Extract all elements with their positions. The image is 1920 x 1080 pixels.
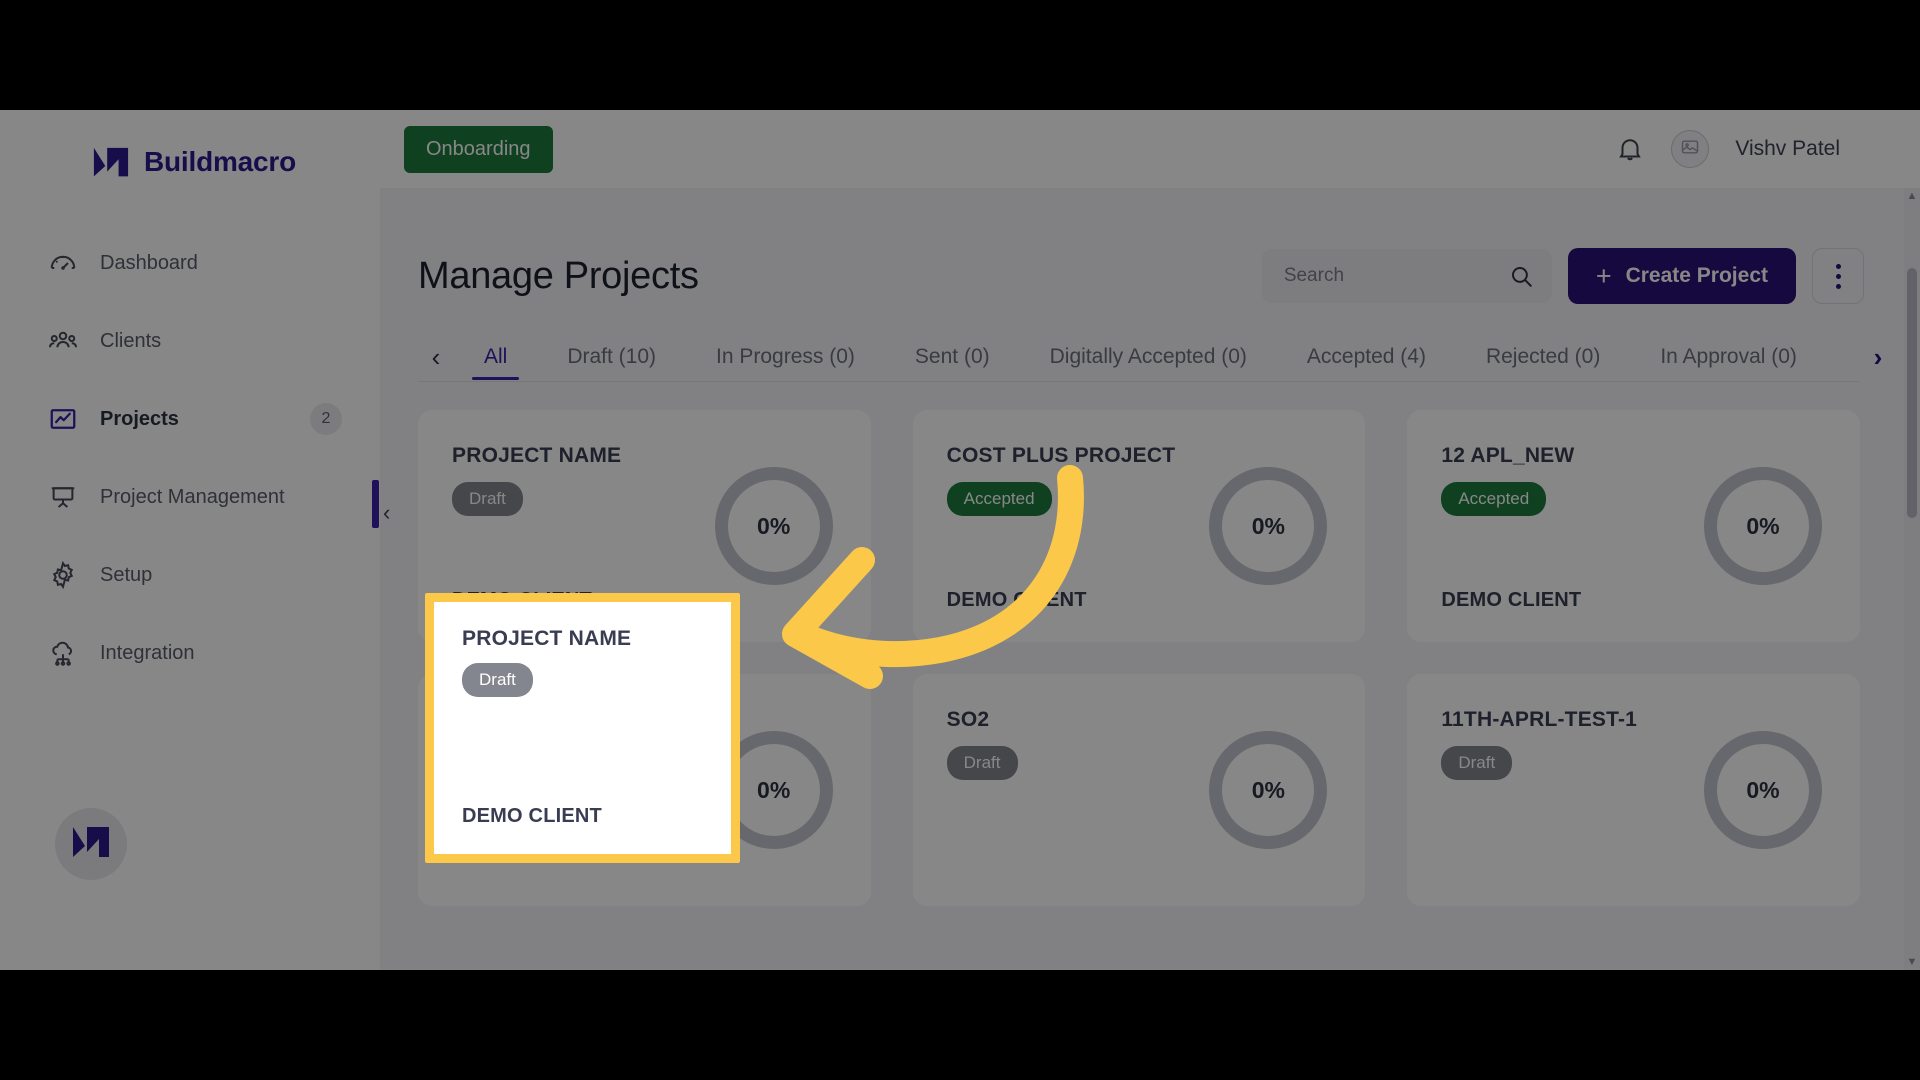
progress-value: 0% bbox=[1746, 512, 1780, 539]
onboarding-button[interactable]: Onboarding bbox=[404, 125, 553, 173]
page-header-actions: + Create Project bbox=[1261, 248, 1864, 304]
create-project-label: Create Project bbox=[1625, 264, 1768, 287]
progress-value: 0% bbox=[757, 776, 791, 803]
progress-donut: 0% bbox=[714, 467, 833, 585]
progress-value: 0% bbox=[1251, 512, 1285, 539]
sidebar-item-projects[interactable]: Projects 2 bbox=[0, 380, 380, 458]
sidebar-item-setup[interactable]: Setup bbox=[0, 536, 380, 614]
chevron-left-icon[interactable]: ‹ bbox=[418, 344, 454, 370]
chevron-right-icon[interactable]: › bbox=[1860, 344, 1896, 370]
tab-in-approval[interactable]: In Approval (0) bbox=[1630, 318, 1827, 396]
sidebar-item-label: Projects bbox=[100, 407, 179, 430]
sidebar-nav: Dashboard Clients Projects 2 Project Man… bbox=[0, 224, 380, 692]
highlighted-project-card[interactable]: PROJECT NAME Draft DEMO CLIENT bbox=[425, 593, 740, 863]
collapse-bar bbox=[372, 480, 379, 528]
sidebar-item-project-management[interactable]: Project Management bbox=[0, 458, 380, 536]
vertical-scrollbar[interactable]: ▲ ▼ bbox=[1904, 188, 1920, 970]
project-card[interactable]: COST PLUS PROJECT Accepted DEMO CLIENT 0… bbox=[912, 410, 1366, 642]
page-header: Manage Projects + Create Project bbox=[380, 188, 1920, 318]
buildmacro-mark-button[interactable] bbox=[55, 808, 127, 880]
chart-box-icon bbox=[48, 404, 78, 434]
kebab-menu-icon[interactable] bbox=[1812, 248, 1864, 304]
status-badge: Draft bbox=[452, 482, 523, 516]
tabs-divider bbox=[418, 381, 1860, 382]
brand-name: Buildmacro bbox=[144, 146, 297, 177]
avatar[interactable] bbox=[1671, 130, 1710, 168]
page-title: Manage Projects bbox=[418, 254, 699, 297]
brand[interactable]: Buildmacro bbox=[0, 110, 380, 188]
project-name: PROJECT NAME bbox=[452, 444, 622, 467]
create-project-button[interactable]: + Create Project bbox=[1567, 248, 1796, 304]
buildmacro-logo-icon bbox=[92, 146, 130, 178]
sidebar-item-label: Dashboard bbox=[100, 251, 198, 274]
project-card[interactable]: 12 APL_NEW Accepted DEMO CLIENT 0% bbox=[1407, 410, 1860, 642]
sidebar-item-label: Project Management bbox=[100, 485, 285, 508]
project-client: DEMO CLIENT bbox=[462, 805, 602, 827]
app-viewport: Buildmacro Dashboard Clients Projects 2 … bbox=[0, 110, 1920, 970]
topbar: Onboarding Vishv Patel bbox=[380, 110, 1920, 188]
gear-icon bbox=[48, 560, 78, 590]
sidebar-collapse-handle[interactable]: ‹ bbox=[372, 480, 390, 528]
project-name: 12 APL_NEW bbox=[1441, 444, 1575, 467]
tab-in-progress[interactable]: In Progress (0) bbox=[686, 318, 885, 396]
tab-rejected[interactable]: Rejected (0) bbox=[1456, 318, 1630, 396]
status-badge: Draft bbox=[462, 663, 533, 697]
tab-all[interactable]: All bbox=[454, 318, 537, 396]
sidebar-badge-projects: 2 bbox=[310, 403, 342, 435]
sidebar-item-label: Setup bbox=[100, 563, 153, 586]
scrollbar-thumb[interactable] bbox=[1907, 268, 1917, 518]
tab-draft[interactable]: Draft (10) bbox=[537, 318, 686, 396]
project-name: COST PLUS PROJECT bbox=[946, 444, 1176, 467]
status-badge: Draft bbox=[1441, 746, 1513, 780]
project-client: DEMO CLIENT bbox=[1441, 589, 1582, 611]
caret-down-icon[interactable]: ▼ bbox=[1904, 954, 1920, 970]
chevron-left-icon: ‹ bbox=[383, 500, 391, 525]
sidebar-item-label: Integration bbox=[100, 641, 195, 664]
project-card[interactable]: SO2 Draft 0% bbox=[912, 674, 1366, 906]
topbar-right: Vishv Patel bbox=[1615, 130, 1840, 168]
user-name: Vishv Patel bbox=[1735, 137, 1840, 160]
progress-donut: 0% bbox=[1703, 731, 1822, 849]
progress-donut: 0% bbox=[1209, 467, 1328, 585]
tab-sent[interactable]: Sent (0) bbox=[885, 318, 1020, 396]
sidebar-item-integration[interactable]: Integration bbox=[0, 614, 380, 692]
plus-icon: + bbox=[1595, 260, 1612, 291]
people-group-icon bbox=[48, 326, 78, 356]
speedometer-icon bbox=[48, 248, 78, 278]
project-name: SO2 bbox=[946, 708, 990, 731]
presentation-board-icon bbox=[48, 482, 78, 512]
sidebar: Buildmacro Dashboard Clients Projects 2 … bbox=[0, 110, 380, 970]
status-badge: Accepted bbox=[1441, 482, 1547, 516]
sidebar-item-dashboard[interactable]: Dashboard bbox=[0, 224, 380, 302]
project-card[interactable]: 11TH-APRL-TEST-1 Draft 0% bbox=[1407, 674, 1860, 906]
project-client: DEMO CLIENT bbox=[946, 589, 1087, 611]
image-placeholder-icon bbox=[1680, 137, 1700, 162]
status-badge: Accepted bbox=[946, 482, 1052, 516]
bell-icon[interactable] bbox=[1615, 133, 1645, 165]
sidebar-item-clients[interactable]: Clients bbox=[0, 302, 380, 380]
caret-up-icon[interactable]: ▲ bbox=[1904, 188, 1920, 204]
cloud-network-icon bbox=[48, 638, 78, 668]
status-badge: Draft bbox=[946, 746, 1018, 780]
progress-value: 0% bbox=[1746, 776, 1780, 803]
search-icon[interactable] bbox=[1508, 263, 1534, 289]
project-name: PROJECT NAME bbox=[462, 627, 632, 650]
status-tabs: All Draft (10) In Progress (0) Sent (0) … bbox=[454, 318, 1860, 396]
search-input[interactable] bbox=[1283, 265, 1508, 287]
status-tabs-bar: ‹ All Draft (10) In Progress (0) Sent (0… bbox=[380, 318, 1920, 396]
progress-value: 0% bbox=[1251, 776, 1285, 803]
search-box[interactable] bbox=[1261, 249, 1552, 303]
tab-accepted[interactable]: Accepted (4) bbox=[1277, 318, 1456, 396]
sidebar-item-label: Clients bbox=[100, 329, 162, 352]
buildmacro-mark-icon bbox=[71, 825, 111, 864]
tab-digitally-accepted[interactable]: Digitally Accepted (0) bbox=[1020, 318, 1277, 396]
progress-donut: 0% bbox=[1209, 731, 1328, 849]
project-name: 11TH-APRL-TEST-1 bbox=[1441, 708, 1638, 731]
progress-donut: 0% bbox=[1703, 467, 1822, 585]
progress-value: 0% bbox=[757, 512, 791, 539]
